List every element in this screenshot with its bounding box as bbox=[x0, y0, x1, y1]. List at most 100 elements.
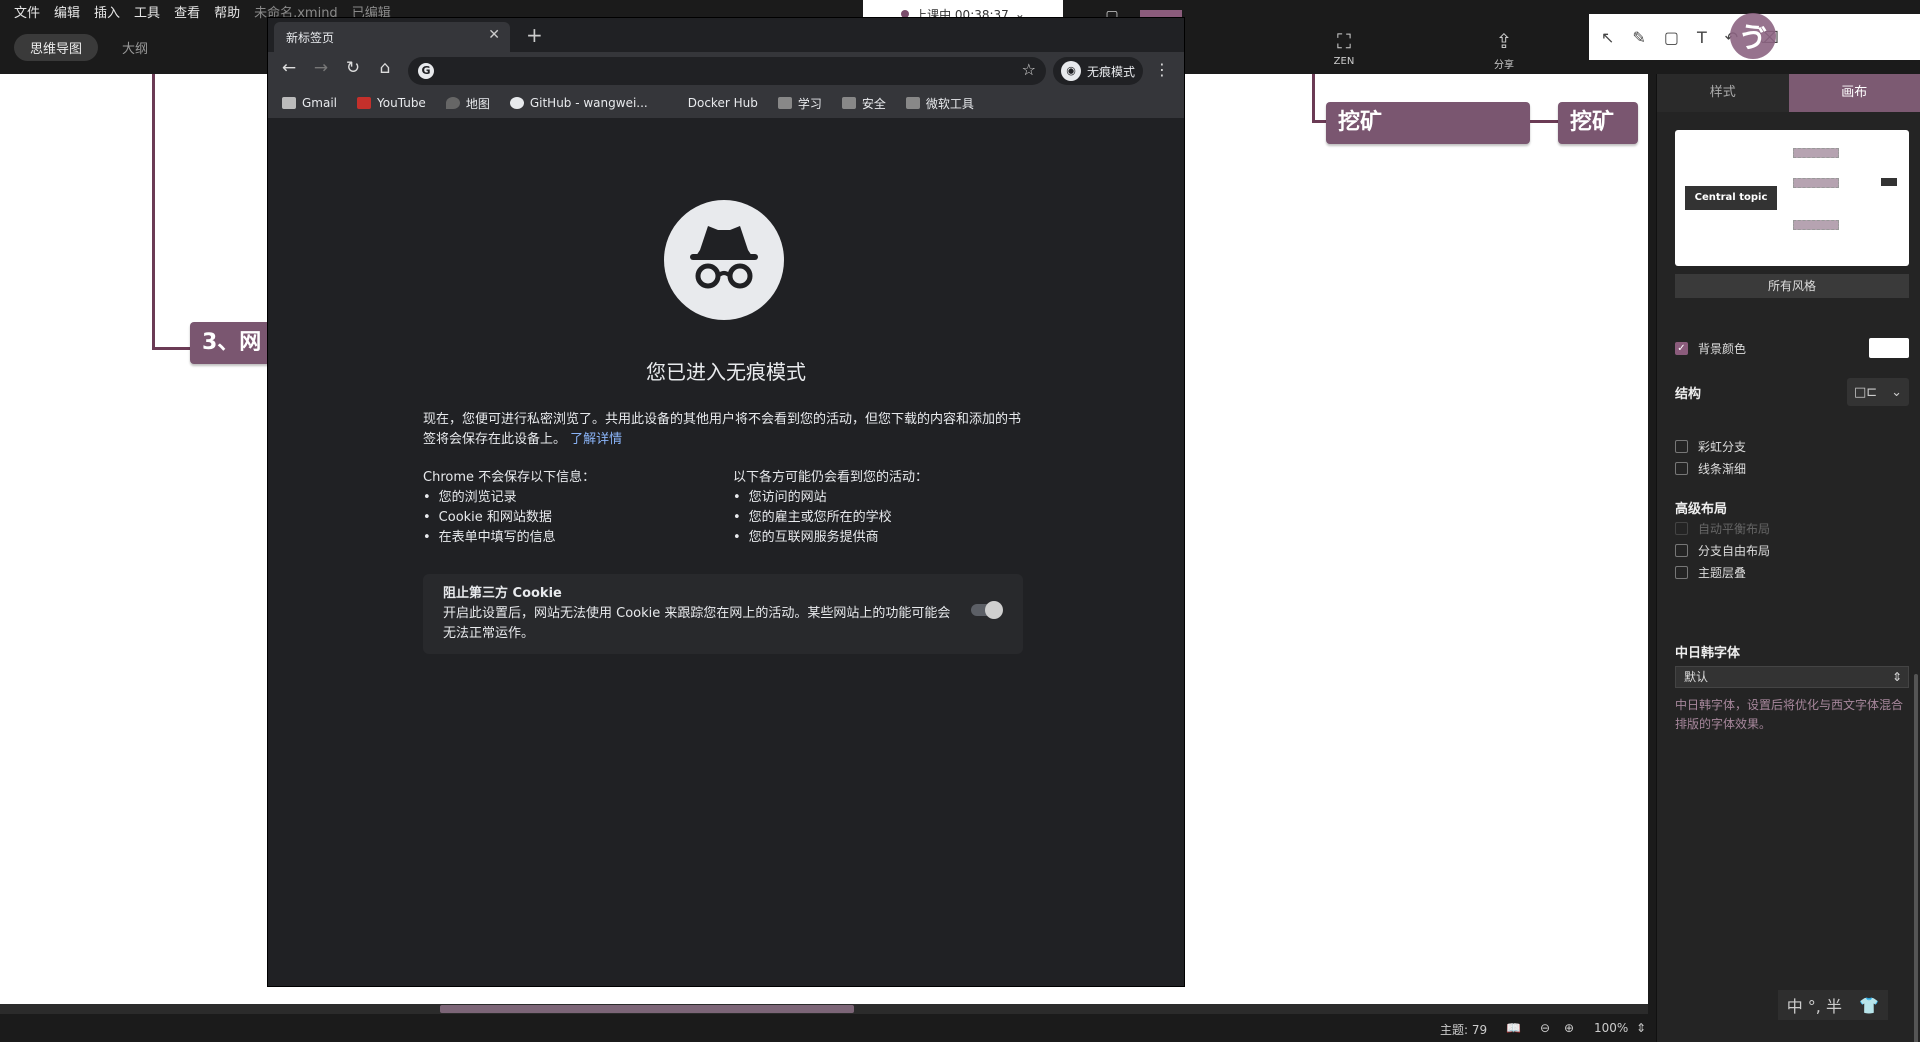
topic-node[interactable]: 挖矿 bbox=[1326, 102, 1530, 144]
menu-insert[interactable]: 插入 bbox=[94, 2, 120, 21]
overlap-row: 主题层叠 bbox=[1675, 564, 1909, 581]
more-menu-icon[interactable]: ⋮ bbox=[1154, 60, 1170, 79]
free-position-checkbox[interactable] bbox=[1675, 544, 1688, 557]
learn-more-link[interactable]: 了解详情 bbox=[570, 432, 622, 447]
bookmark-youtube[interactable]: YouTube bbox=[357, 96, 426, 110]
rect-tool-icon[interactable]: ▢ bbox=[1664, 28, 1679, 47]
all-styles-button[interactable]: 所有风格 bbox=[1675, 274, 1909, 298]
menu-view[interactable]: 查看 bbox=[174, 2, 200, 21]
status-bar: 主题: 79 📖 ⊖ ⊕ 100% ⇕ bbox=[0, 1014, 1648, 1042]
cjk-font-row: 中日韩字体 bbox=[1675, 642, 1909, 661]
free-position-label: 分支自由布局 bbox=[1698, 544, 1771, 558]
tab-title: 新标签页 bbox=[286, 31, 335, 45]
bg-color-checkbox[interactable]: ✓ bbox=[1675, 341, 1688, 355]
overlap-checkbox[interactable] bbox=[1675, 566, 1688, 579]
cjk-font-title: 中日韩字体 bbox=[1675, 646, 1741, 661]
reload-icon[interactable]: ↻ bbox=[342, 58, 364, 78]
bookmark-maps[interactable]: 地图 bbox=[445, 95, 490, 112]
share-icon: ⇪ bbox=[1495, 29, 1513, 53]
menu-file[interactable]: 文件 bbox=[14, 2, 40, 21]
menu-edit[interactable]: 编辑 bbox=[54, 2, 80, 21]
chrome-tab[interactable]: 新标签页 ✕ bbox=[274, 22, 510, 52]
list-item: 您的浏览记录 bbox=[423, 488, 723, 508]
zen-button[interactable]: ⛶ ZEN bbox=[1304, 26, 1384, 67]
taper-label: 线条渐细 bbox=[1698, 462, 1747, 476]
bookmark-security[interactable]: 安全 bbox=[841, 95, 886, 112]
block-cookies-toggle[interactable] bbox=[971, 601, 1003, 619]
theme-preview[interactable]: Central topic bbox=[1675, 130, 1909, 266]
tab-canvas[interactable]: 画布 bbox=[1788, 74, 1920, 112]
tab-outline[interactable]: 大纲 bbox=[106, 34, 164, 61]
address-bar[interactable]: G ☆ bbox=[408, 57, 1046, 85]
incognito-spy-icon bbox=[664, 200, 784, 320]
bg-color-swatch[interactable] bbox=[1869, 338, 1909, 358]
still-visible-title: 以下各方可能仍会看到您的活动： bbox=[733, 470, 929, 485]
tab-mindmap[interactable]: 思维导图 bbox=[14, 34, 99, 61]
zen-label: ZEN bbox=[1333, 56, 1355, 67]
text-tool-icon[interactable]: T bbox=[1697, 28, 1707, 47]
advanced-layout-title: 高级布局 bbox=[1675, 502, 1728, 517]
zoom-in-icon[interactable]: ⊕ bbox=[1564, 1021, 1574, 1035]
view-switch: 思维导图 大纲 bbox=[14, 34, 164, 61]
incognito-title: 您已进入无痕模式 bbox=[646, 360, 806, 384]
toggle-knob bbox=[985, 601, 1003, 619]
bookmarks-bar: Gmail YouTube 地图 GitHub - wangwei... Doc… bbox=[268, 88, 1184, 118]
branch-connector bbox=[152, 74, 155, 350]
list-item: 您访问的网站 bbox=[733, 488, 1033, 508]
zoom-out-icon[interactable]: ⊖ bbox=[1540, 1021, 1550, 1035]
bookmark-study[interactable]: 学习 bbox=[777, 95, 822, 112]
ime-indicator[interactable]: 中 °, 半 👕 bbox=[1778, 990, 1888, 1020]
fullscreen-icon: ⛶ bbox=[1337, 29, 1351, 53]
star-icon[interactable]: ☆ bbox=[1022, 60, 1036, 79]
preview-floating-topic bbox=[1881, 178, 1897, 186]
back-icon[interactable]: ← bbox=[278, 58, 300, 78]
bookmark-github[interactable]: GitHub - wangwei... bbox=[509, 96, 648, 110]
menu-tools[interactable]: 工具 bbox=[134, 2, 160, 21]
topic-count: 主题: 79 bbox=[1440, 1023, 1488, 1037]
outline-book-icon[interactable]: 📖 bbox=[1506, 1021, 1521, 1035]
chevron-down-icon: ⌄ bbox=[1891, 384, 1903, 400]
structure-select[interactable]: □⊏ ⌄ bbox=[1847, 378, 1909, 406]
free-position-row: 分支自由布局 bbox=[1675, 542, 1909, 559]
taper-checkbox[interactable] bbox=[1675, 462, 1688, 475]
close-tab-icon[interactable]: ✕ bbox=[488, 27, 500, 43]
watermark-logo-icon: ゔ bbox=[1730, 13, 1776, 59]
list-item: 您的雇主或您所在的学校 bbox=[733, 508, 1033, 528]
pointer-tool-icon[interactable]: ↖ bbox=[1601, 28, 1614, 47]
list-item: Cookie 和网站数据 bbox=[423, 508, 723, 528]
rainbow-checkbox[interactable] bbox=[1675, 440, 1688, 453]
ime-text: 中 °, 半 bbox=[1786, 997, 1842, 1016]
forward-icon[interactable]: → bbox=[310, 58, 332, 78]
google-icon: G bbox=[418, 63, 434, 79]
menu-help[interactable]: 帮助 bbox=[214, 2, 240, 21]
watermark-text: 小码哥教育 bbox=[1782, 25, 1882, 50]
bookmark-gmail[interactable]: Gmail bbox=[282, 96, 337, 110]
panel-scrollbar[interactable] bbox=[1914, 674, 1918, 1042]
panel-tabs: 样式 画布 bbox=[1657, 74, 1920, 112]
chrome-window: 新标签页 ✕ + ← → ↻ ⌂ G ☆ ◉ 无痕模式 ⋮ Gmail YouT… bbox=[268, 18, 1184, 986]
document-icon bbox=[841, 97, 856, 109]
zoom-stepper-icon[interactable]: ⇕ bbox=[1636, 1021, 1646, 1035]
topic-node[interactable]: 挖矿 bbox=[1558, 102, 1638, 144]
incognito-description: 现在，您便可进行私密浏览了。共用此设备的其他用户将不会看到您的活动，但您下载的内… bbox=[423, 410, 1023, 450]
overlap-label: 主题层叠 bbox=[1698, 566, 1747, 580]
tab-style[interactable]: 样式 bbox=[1657, 74, 1789, 112]
auto-balance-label: 自动平衡布局 bbox=[1698, 522, 1771, 536]
cjk-font-select[interactable]: 默认 ⇕ bbox=[1675, 666, 1909, 688]
preview-subtopic bbox=[1793, 148, 1839, 158]
bookmark-ms-tools[interactable]: 微软工具 bbox=[905, 95, 974, 112]
bookmark-dockerhub[interactable]: Docker Hub bbox=[668, 96, 758, 110]
bg-color-row: ✓ 背景颜色 bbox=[1675, 338, 1909, 358]
record-dot-icon bbox=[901, 10, 910, 18]
zoom-level[interactable]: 100% bbox=[1594, 1021, 1628, 1035]
new-tab-icon[interactable]: + bbox=[526, 23, 543, 47]
incognito-chip-label: 无痕模式 bbox=[1087, 64, 1136, 79]
home-icon[interactable]: ⌂ bbox=[374, 58, 396, 78]
incognito-icon: ◉ bbox=[1061, 61, 1081, 81]
horizontal-scrollbar-thumb[interactable] bbox=[440, 1005, 854, 1013]
structure-icon: □⊏ bbox=[1853, 384, 1878, 400]
pen-tool-icon[interactable]: ✎ bbox=[1632, 28, 1645, 47]
incognito-indicator[interactable]: ◉ 无痕模式 bbox=[1053, 57, 1144, 85]
auto-balance-checkbox[interactable] bbox=[1675, 522, 1688, 535]
share-button[interactable]: ⇪ 分享 bbox=[1464, 26, 1544, 71]
